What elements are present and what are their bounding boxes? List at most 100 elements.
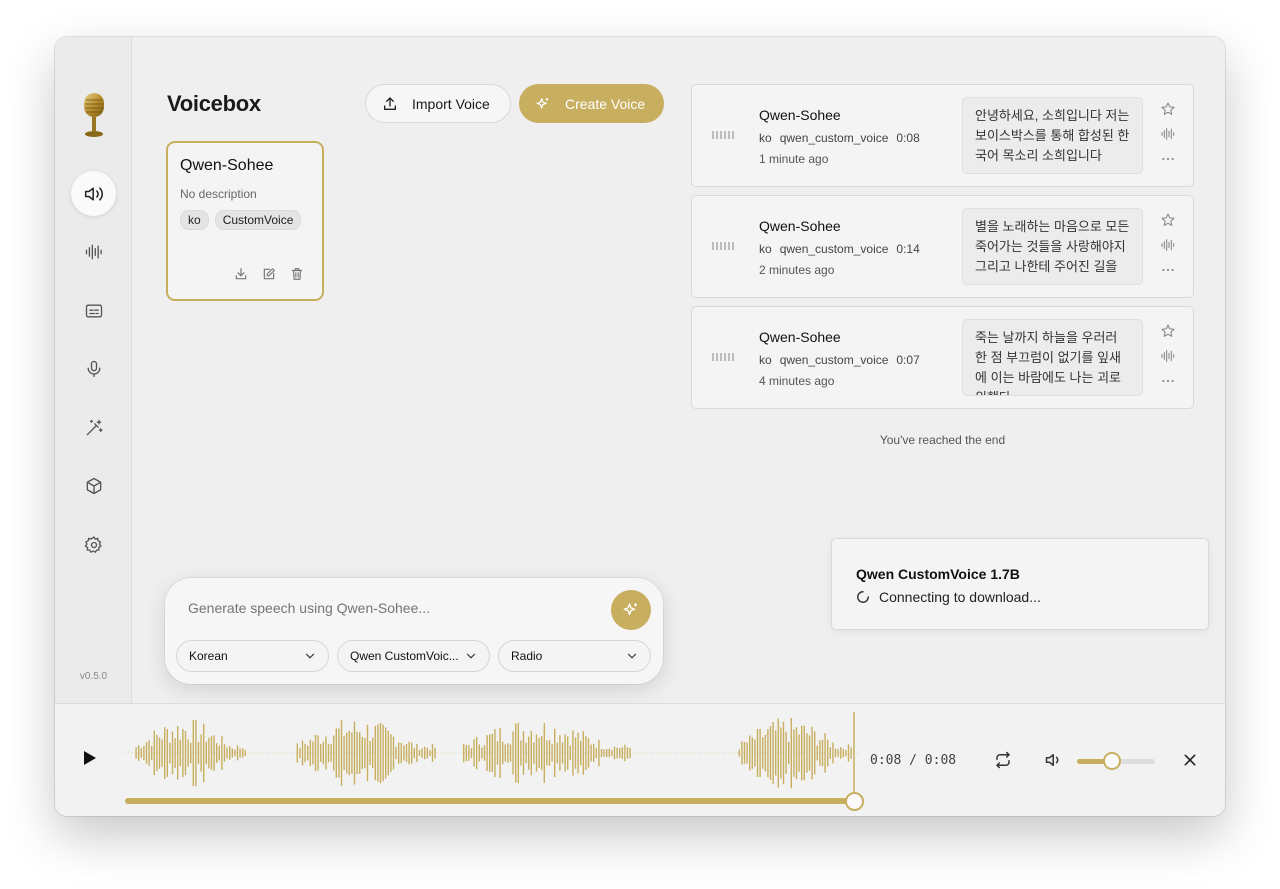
waveform-bar [626, 747, 629, 759]
edit-icon[interactable] [262, 267, 276, 281]
playback-progress-bar[interactable] [125, 798, 855, 804]
more-icon[interactable] [1160, 151, 1176, 167]
waveform-bar [574, 737, 577, 769]
gear-icon [84, 535, 102, 553]
nav-effects[interactable] [71, 405, 116, 450]
waveform-icon[interactable] [1160, 237, 1176, 253]
waveform-bar [364, 737, 366, 769]
download-icon[interactable] [234, 267, 248, 281]
volume-slider[interactable] [1077, 752, 1155, 770]
waveform-bar [335, 728, 337, 778]
waveform-bar [382, 724, 384, 782]
waveform-bar [301, 740, 304, 766]
waveform-bar [346, 732, 348, 774]
history-item[interactable]: Qwen-Sohee ko qwen_custom_voice 0:07 4 m… [691, 306, 1194, 409]
sparkles-icon [536, 97, 549, 109]
waveform-icon[interactable] [1160, 126, 1176, 142]
close-player-icon[interactable] [1182, 752, 1198, 768]
more-icon[interactable] [1160, 262, 1176, 278]
speech-text-input[interactable] [188, 600, 588, 616]
waveform-bar [429, 750, 431, 756]
waveform-bar [793, 729, 795, 777]
waveform-bar [564, 734, 566, 772]
play-icon[interactable] [82, 749, 98, 767]
waveform-bar [780, 727, 782, 779]
history-text[interactable]: 죽는 날까지 하늘을 우러러 한 점 부끄럼이 없기를 잎새에 이는 바람에도 … [962, 319, 1143, 396]
waveform-bar [528, 736, 530, 770]
waveform-bar [210, 736, 213, 770]
history-item[interactable]: Qwen-Sohee ko qwen_custom_voice 0:08 1 m… [691, 84, 1194, 187]
history-text[interactable]: 별을 노래하는 마음으로 모든 죽어가는 것들을 사랑해야지 그리고 나한테 주… [962, 208, 1143, 285]
waveform-bar [738, 749, 740, 757]
waveform-bar [374, 725, 376, 781]
waveform-bar [164, 727, 166, 779]
waveform-bar [595, 748, 597, 758]
trash-icon[interactable] [290, 267, 304, 281]
waveform-icon[interactable] [1160, 348, 1176, 364]
waveform-bar [603, 749, 605, 757]
generate-button[interactable] [611, 590, 651, 630]
waveform-bar [434, 747, 436, 759]
waveform-bar [361, 737, 363, 769]
waveform-bar [465, 745, 467, 762]
waveform-bar [808, 735, 811, 771]
waveform-bar [153, 730, 155, 776]
waveform-bar [340, 720, 343, 786]
volume-icon[interactable] [1045, 751, 1063, 769]
repeat-icon[interactable] [994, 751, 1012, 769]
waveform-bar [307, 745, 309, 761]
history-actions [1160, 101, 1176, 167]
waveform-bar [756, 729, 759, 777]
waveform-bar [395, 746, 397, 760]
playback-progress-knob[interactable] [845, 792, 864, 811]
waveform-bar [223, 744, 226, 762]
model-select[interactable]: Qwen CustomVoic... [337, 640, 490, 672]
waveform-bar [197, 741, 200, 765]
waveform-bar [348, 730, 350, 776]
nav-settings[interactable] [71, 522, 116, 567]
waveform-bar [231, 748, 233, 758]
waveform-bar [803, 725, 805, 781]
waveform-bar [481, 747, 483, 759]
waveform-bar [351, 732, 353, 774]
history-model: qwen_custom_voice [779, 353, 889, 367]
waveform-bar [377, 724, 379, 782]
waveform-bar [587, 738, 590, 768]
history-timestamp: 2 minutes ago [759, 263, 835, 277]
voice-card[interactable]: Qwen-Sohee No description ko CustomVoice [166, 141, 324, 301]
toast-status: Connecting to download... [856, 589, 1041, 605]
waveform-bar [405, 744, 408, 762]
history-timestamp: 4 minutes ago [759, 374, 835, 388]
nav-captions[interactable] [71, 288, 116, 333]
waveform-bar [502, 741, 504, 765]
waveform-bar [535, 734, 538, 772]
style-select[interactable]: Radio [498, 640, 651, 672]
waveform-bar [842, 748, 844, 758]
nav-models[interactable] [71, 463, 116, 508]
nav-record[interactable] [71, 346, 116, 391]
volume-slider-knob[interactable] [1103, 752, 1122, 770]
star-icon[interactable] [1160, 212, 1176, 228]
create-voice-button[interactable]: Create Voice [519, 84, 664, 123]
waveform-bar [239, 748, 241, 758]
history-item[interactable]: Qwen-Sohee ko qwen_custom_voice 0:14 2 m… [691, 195, 1194, 298]
import-voice-button[interactable]: Import Voice [365, 84, 511, 123]
history-text[interactable]: 안녕하세요, 소희입니다 저는 보이스박스를 통해 합성된 한국어 목소리 소희… [962, 97, 1143, 174]
current-time: 0:08 [870, 753, 902, 768]
waveform-bar [769, 726, 772, 780]
waveform-bar [413, 748, 415, 759]
nav-voices[interactable] [71, 171, 116, 216]
language-select[interactable]: Korean [176, 640, 329, 672]
nav-audio[interactable] [71, 229, 116, 274]
waveform-bar [515, 723, 517, 783]
waveform-bar [569, 745, 571, 761]
waveform-bar [140, 748, 142, 758]
audio-waveform[interactable] [125, 712, 859, 794]
star-icon[interactable] [1160, 101, 1176, 117]
more-icon[interactable] [1160, 373, 1176, 389]
history-model: qwen_custom_voice [779, 242, 889, 256]
waveform-bar [174, 738, 176, 768]
waveform-bar [379, 722, 382, 784]
star-icon[interactable] [1160, 323, 1176, 339]
waveform-bar [775, 730, 777, 776]
